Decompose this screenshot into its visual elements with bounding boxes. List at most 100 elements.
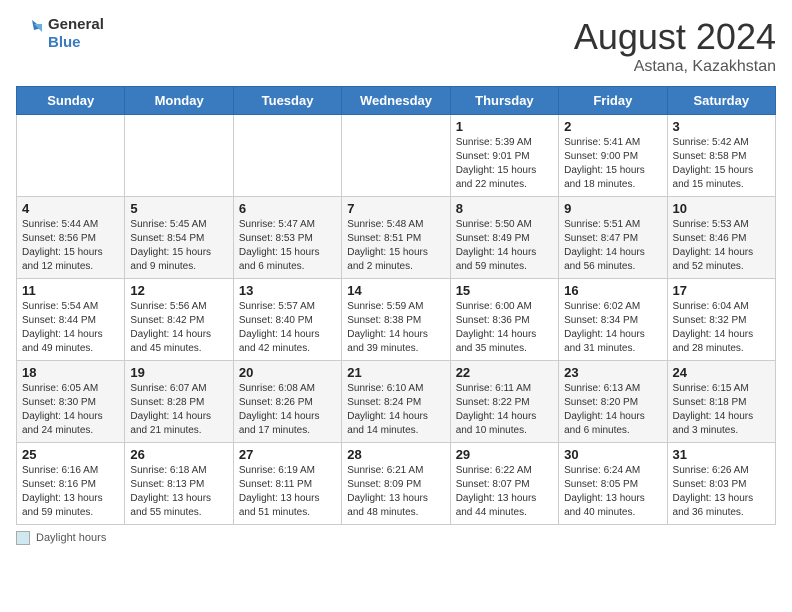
calendar-cell: 27Sunrise: 6:19 AM Sunset: 8:11 PM Dayli… bbox=[233, 443, 341, 525]
calendar-cell: 6 Sunrise: 5:47 AM Sunset: 8:53 PM Daylig… bbox=[233, 197, 341, 279]
calendar-cell: 12Sunrise: 5:56 AM Sunset: 8:42 PM Dayli… bbox=[125, 279, 233, 361]
calendar-cell: 31 Sunrise: 6:26 AM Sunset: 8:03 PM Dayli… bbox=[667, 443, 775, 525]
calendar-cell: 18Sunrise: 6:05 AM Sunset: 8:30 PM Dayli… bbox=[17, 361, 125, 443]
day-info: Sunrise: 5:57 AM Sunset: 8:40 PM Dayligh… bbox=[239, 300, 336, 356]
day-number: 31 bbox=[673, 447, 770, 462]
calendar-cell: 25Sunrise: 6:16 AM Sunset: 8:16 PM Dayli… bbox=[17, 443, 125, 525]
day-info: Sunrise: 6:24 AM Sunset: 8:05 PM Dayligh… bbox=[564, 464, 661, 520]
calendar-cell: 7Sunrise: 5:48 AM Sunset: 8:51 PM Daylig… bbox=[342, 197, 450, 279]
calendar-table: SundayMondayTuesdayWednesdayThursdayFrid… bbox=[16, 86, 776, 525]
calendar-header-sunday: Sunday bbox=[17, 87, 125, 115]
calendar-cell: 2 Sunrise: 5:41 AM Sunset: 9:00 PM Daylig… bbox=[559, 115, 667, 197]
calendar-header-row: SundayMondayTuesdayWednesdayThursdayFrid… bbox=[17, 87, 776, 115]
day-info: Sunrise: 6:18 AM Sunset: 8:13 PM Dayligh… bbox=[130, 464, 227, 520]
day-info: Sunrise: 5:59 AM Sunset: 8:38 PM Dayligh… bbox=[347, 300, 444, 356]
day-number: 9 bbox=[564, 201, 661, 216]
logo: GeneralBlue bbox=[16, 16, 104, 52]
day-number: 23 bbox=[564, 365, 661, 380]
calendar-cell bbox=[342, 115, 450, 197]
calendar-week-row: 11Sunrise: 5:54 AM Sunset: 8:44 PM Dayli… bbox=[17, 279, 776, 361]
day-info: Sunrise: 5:44 AM Sunset: 8:56 PM Dayligh… bbox=[22, 218, 119, 274]
day-number: 7 bbox=[347, 201, 444, 216]
calendar-cell: 29 Sunrise: 6:22 AM Sunset: 8:07 PM Dayli… bbox=[450, 443, 558, 525]
calendar-cell: 16Sunrise: 6:02 AM Sunset: 8:34 PM Dayli… bbox=[559, 279, 667, 361]
calendar-week-row: 4 Sunrise: 5:44 AM Sunset: 8:56 PM Daylig… bbox=[17, 197, 776, 279]
day-number: 19 bbox=[130, 365, 227, 380]
day-number: 12 bbox=[130, 283, 227, 298]
day-info: Sunrise: 6:10 AM Sunset: 8:24 PM Dayligh… bbox=[347, 382, 444, 438]
day-info: Sunrise: 6:19 AM Sunset: 8:11 PM Dayligh… bbox=[239, 464, 336, 520]
day-info: Sunrise: 6:22 AM Sunset: 8:07 PM Dayligh… bbox=[456, 464, 553, 520]
logo-general-text: General bbox=[48, 16, 104, 34]
calendar-header-saturday: Saturday bbox=[667, 87, 775, 115]
day-info: Sunrise: 6:04 AM Sunset: 8:32 PM Dayligh… bbox=[673, 300, 770, 356]
day-number: 4 bbox=[22, 201, 119, 216]
day-info: Sunrise: 6:15 AM Sunset: 8:18 PM Dayligh… bbox=[673, 382, 770, 438]
month-year-title: August 2024 bbox=[574, 16, 776, 58]
calendar-week-row: 18Sunrise: 6:05 AM Sunset: 8:30 PM Dayli… bbox=[17, 361, 776, 443]
day-number: 11 bbox=[22, 283, 119, 298]
calendar-header-wednesday: Wednesday bbox=[342, 87, 450, 115]
logo-blue-text: Blue bbox=[48, 34, 104, 52]
day-info: Sunrise: 6:05 AM Sunset: 8:30 PM Dayligh… bbox=[22, 382, 119, 438]
day-info: Sunrise: 6:16 AM Sunset: 8:16 PM Dayligh… bbox=[22, 464, 119, 520]
day-number: 24 bbox=[673, 365, 770, 380]
day-number: 28 bbox=[347, 447, 444, 462]
calendar-header-thursday: Thursday bbox=[450, 87, 558, 115]
calendar-cell: 21 Sunrise: 6:10 AM Sunset: 8:24 PM Dayli… bbox=[342, 361, 450, 443]
day-number: 2 bbox=[564, 119, 661, 134]
day-info: Sunrise: 6:11 AM Sunset: 8:22 PM Dayligh… bbox=[456, 382, 553, 438]
day-number: 14 bbox=[347, 283, 444, 298]
location-subtitle: Astana, Kazakhstan bbox=[574, 58, 776, 76]
calendar-cell: 13Sunrise: 5:57 AM Sunset: 8:40 PM Dayli… bbox=[233, 279, 341, 361]
logo-bird-icon bbox=[16, 16, 44, 52]
calendar-header-tuesday: Tuesday bbox=[233, 87, 341, 115]
calendar-cell: 4 Sunrise: 5:44 AM Sunset: 8:56 PM Daylig… bbox=[17, 197, 125, 279]
calendar-cell bbox=[233, 115, 341, 197]
day-info: Sunrise: 5:50 AM Sunset: 8:49 PM Dayligh… bbox=[456, 218, 553, 274]
calendar-cell bbox=[17, 115, 125, 197]
header: GeneralBlue August 2024 Astana, Kazakhst… bbox=[16, 16, 776, 76]
day-number: 30 bbox=[564, 447, 661, 462]
calendar-cell: 11Sunrise: 5:54 AM Sunset: 8:44 PM Dayli… bbox=[17, 279, 125, 361]
day-info: Sunrise: 6:26 AM Sunset: 8:03 PM Dayligh… bbox=[673, 464, 770, 520]
calendar-cell: 19 Sunrise: 6:07 AM Sunset: 8:28 PM Dayli… bbox=[125, 361, 233, 443]
calendar-cell bbox=[125, 115, 233, 197]
calendar-cell: 30 Sunrise: 6:24 AM Sunset: 8:05 PM Dayli… bbox=[559, 443, 667, 525]
day-info: Sunrise: 6:00 AM Sunset: 8:36 PM Dayligh… bbox=[456, 300, 553, 356]
calendar-cell: 17 Sunrise: 6:04 AM Sunset: 8:32 PM Dayli… bbox=[667, 279, 775, 361]
day-info: Sunrise: 5:42 AM Sunset: 8:58 PM Dayligh… bbox=[673, 136, 770, 192]
calendar-cell: 28 Sunrise: 6:21 AM Sunset: 8:09 PM Dayli… bbox=[342, 443, 450, 525]
footer-note: Daylight hours bbox=[16, 531, 776, 545]
calendar-cell: 1 Sunrise: 5:39 AM Sunset: 9:01 PM Daylig… bbox=[450, 115, 558, 197]
calendar-cell: 9Sunrise: 5:51 AM Sunset: 8:47 PM Daylig… bbox=[559, 197, 667, 279]
day-number: 8 bbox=[456, 201, 553, 216]
title-area: August 2024 Astana, Kazakhstan bbox=[574, 16, 776, 76]
calendar-cell: 22Sunrise: 6:11 AM Sunset: 8:22 PM Dayli… bbox=[450, 361, 558, 443]
day-info: Sunrise: 6:08 AM Sunset: 8:26 PM Dayligh… bbox=[239, 382, 336, 438]
day-info: Sunrise: 5:41 AM Sunset: 9:00 PM Dayligh… bbox=[564, 136, 661, 192]
calendar-cell: 20 Sunrise: 6:08 AM Sunset: 8:26 PM Dayli… bbox=[233, 361, 341, 443]
day-info: Sunrise: 6:13 AM Sunset: 8:20 PM Dayligh… bbox=[564, 382, 661, 438]
calendar-cell: 26Sunrise: 6:18 AM Sunset: 8:13 PM Dayli… bbox=[125, 443, 233, 525]
calendar-header-friday: Friday bbox=[559, 87, 667, 115]
day-info: Sunrise: 5:39 AM Sunset: 9:01 PM Dayligh… bbox=[456, 136, 553, 192]
day-number: 17 bbox=[673, 283, 770, 298]
day-number: 6 bbox=[239, 201, 336, 216]
calendar-cell: 15 Sunrise: 6:00 AM Sunset: 8:36 PM Dayli… bbox=[450, 279, 558, 361]
footer-label: Daylight hours bbox=[36, 532, 106, 544]
calendar-cell: 14 Sunrise: 5:59 AM Sunset: 8:38 PM Dayli… bbox=[342, 279, 450, 361]
calendar-week-row: 1 Sunrise: 5:39 AM Sunset: 9:01 PM Daylig… bbox=[17, 115, 776, 197]
day-number: 1 bbox=[456, 119, 553, 134]
day-info: Sunrise: 6:21 AM Sunset: 8:09 PM Dayligh… bbox=[347, 464, 444, 520]
day-number: 21 bbox=[347, 365, 444, 380]
day-info: Sunrise: 5:47 AM Sunset: 8:53 PM Dayligh… bbox=[239, 218, 336, 274]
day-number: 5 bbox=[130, 201, 227, 216]
calendar-header-monday: Monday bbox=[125, 87, 233, 115]
day-number: 16 bbox=[564, 283, 661, 298]
calendar-cell: 5Sunrise: 5:45 AM Sunset: 8:54 PM Daylig… bbox=[125, 197, 233, 279]
day-number: 15 bbox=[456, 283, 553, 298]
day-number: 20 bbox=[239, 365, 336, 380]
day-number: 29 bbox=[456, 447, 553, 462]
day-info: Sunrise: 6:07 AM Sunset: 8:28 PM Dayligh… bbox=[130, 382, 227, 438]
